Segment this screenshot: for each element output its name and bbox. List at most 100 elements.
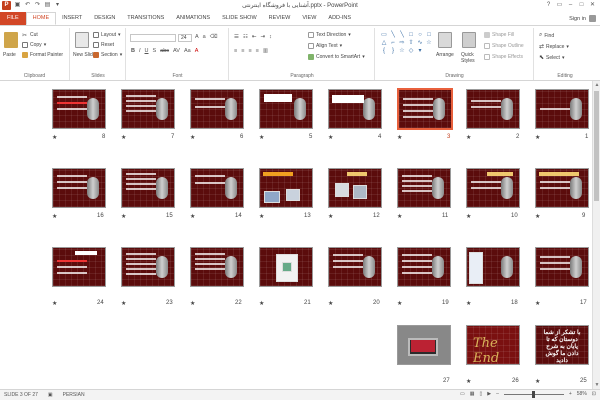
slide-thumbnail-21[interactable] [259,247,313,287]
font-name-box[interactable] [130,34,176,42]
curve-shape-icon[interactable]: ∿ [416,40,424,47]
zoom-slider[interactable] [503,390,564,398]
zoom-in-icon[interactable]: + [569,391,572,397]
shape-fill-button[interactable]: Shape Fill [484,32,514,38]
fit-to-window-icon[interactable]: ⊡ [592,391,596,397]
slide-thumbnail-26[interactable]: The End [466,325,520,365]
reset-button[interactable]: Reset [93,42,114,48]
select-button[interactable]: ⬉ Select ▾ [539,54,564,62]
strikethrough-icon[interactable]: abc [160,48,169,54]
slide-thumbnail-4[interactable] [328,89,382,129]
zoom-out-icon[interactable]: – [496,391,499,397]
numbering-icon[interactable]: ☷ [243,34,248,40]
character-spacing-icon[interactable]: AV [173,48,180,54]
zoom-level[interactable]: 58% [577,391,587,397]
more-shapes-icon[interactable] [425,48,433,55]
shape-outline-button[interactable]: Shape Outline [484,43,524,49]
slide-thumbnail-3-selected[interactable] [397,88,453,130]
layout-button[interactable]: Layout ▾ [93,32,121,38]
line-shape-icon[interactable]: ╲ [389,32,397,39]
font-size-box[interactable]: 24 [178,34,192,42]
tab-slide-show[interactable]: SLIDE SHOW [216,12,263,25]
slide-thumbnail-14[interactable] [190,168,244,208]
vertical-scrollbar[interactable]: ▲ ▼ [592,81,600,389]
scroll-up-icon[interactable]: ▲ [593,81,600,89]
slide-thumbnail-18[interactable] [466,247,520,287]
paste-icon[interactable] [4,32,18,48]
italic-icon[interactable]: I [139,48,141,54]
slide-thumbnail-8[interactable] [52,89,106,129]
maximize-icon[interactable]: □ [576,0,587,10]
brace-shape-icon[interactable]: { [380,48,388,55]
underline-icon[interactable]: U [145,48,149,54]
tab-view[interactable]: VIEW [296,12,322,25]
slide-thumbnail-20[interactable] [328,247,382,287]
slide-thumbnail-23[interactable] [121,247,175,287]
tab-design[interactable]: DESIGN [88,12,121,25]
align-center-icon[interactable]: ≡ [241,48,244,54]
proofing-icon[interactable]: ▣ [48,392,53,398]
tab-review[interactable]: REVIEW [263,12,297,25]
sign-in-label[interactable]: Sign in [569,16,586,22]
columns-icon[interactable]: ▥ [263,48,268,54]
arrow-shape-icon[interactable]: ⇨ [398,40,406,47]
slide-thumbnail-10[interactable] [466,168,520,208]
callout-shape-icon[interactable]: ◇ [407,48,415,55]
tab-animations[interactable]: ANIMATIONS [170,12,216,25]
replace-button[interactable]: ⇄ Replace ▾ [539,43,569,51]
brace-shape-icon[interactable]: } [389,48,397,55]
scroll-down-icon[interactable]: ▼ [593,381,600,389]
slide-thumbnail-9[interactable] [535,168,589,208]
slide-thumbnail-6[interactable] [190,89,244,129]
section-button[interactable]: Section ▾ [93,52,122,58]
more-shapes-icon[interactable]: ▾ [416,48,424,55]
copy-button[interactable]: Copy ▾ [22,42,46,48]
arrange-button[interactable]: Arrange [436,52,454,58]
rectangle-shape-icon[interactable]: □ [407,32,415,39]
slide-thumbnail-17[interactable] [535,247,589,287]
text-direction-button[interactable]: Text Direction ▾ [308,32,351,38]
slide-thumbnail-11[interactable] [397,168,451,208]
line-shape-icon[interactable]: ⌐ [389,40,397,47]
slide-thumbnail-15[interactable] [121,168,175,208]
slide-thumbnail-2[interactable] [466,89,520,129]
slide-thumbnail-25[interactable]: با تشکر از شما دوستان که تا پایان به شرح… [535,325,589,365]
sign-in[interactable]: Sign in [569,15,596,22]
align-text-button[interactable]: Align Text ▾ [308,43,342,49]
arrange-icon[interactable] [438,32,452,48]
textbox-shape-icon[interactable]: ▭ [380,32,388,39]
language-indicator[interactable]: PERSIAN [63,392,85,398]
slide-thumbnail-7[interactable] [121,89,175,129]
clear-formatting-icon[interactable]: ⌫ [210,34,218,40]
bold-icon[interactable]: B [131,48,135,54]
slideshow-view-icon[interactable]: ▶ [487,391,491,397]
justify-icon[interactable]: ≡ [256,48,259,54]
format-painter-button[interactable]: Format Painter [22,52,63,58]
tab-file[interactable]: FILE [0,12,26,25]
scrollbar-thumb[interactable] [594,91,599,201]
shape-effects-button[interactable]: Shape Effects [484,54,523,60]
star-shape-icon[interactable]: ☆ [425,40,433,47]
new-slide-icon[interactable] [75,32,89,48]
paste-button[interactable]: Paste [3,52,16,58]
ribbon-display-icon[interactable]: ▭ [554,0,565,10]
align-right-icon[interactable]: ≡ [248,48,251,54]
arrow-shape-icon[interactable]: ⇧ [407,40,415,47]
tab-add-ins[interactable]: ADD-INS [322,12,357,25]
slide-thumbnail-16[interactable] [52,168,106,208]
cut-button[interactable]: ✂ Cut [22,32,38,39]
tab-transitions[interactable]: TRANSITIONS [121,12,170,25]
bullets-icon[interactable]: ☰ [234,34,239,40]
slide-thumbnail-12[interactable] [328,168,382,208]
shapes-gallery[interactable]: ▭ ╲ ╲ □ ○ □ △ ⌐ ⇨ ⇧ ∿ ☆ {} ☆ ◇ ▾ [380,32,433,55]
slide-thumbnail-27[interactable] [397,325,451,365]
shrink-font-icon[interactable]: a [203,34,206,40]
slide-thumbnail-19[interactable] [397,247,451,287]
tab-home[interactable]: HOME [25,12,57,25]
quick-styles-icon[interactable] [462,32,476,48]
grow-font-icon[interactable]: A [195,34,199,40]
change-case-icon[interactable]: Aa [184,48,191,54]
star-shape-icon[interactable]: ☆ [398,48,406,55]
quick-styles-button[interactable]: Quick Styles [461,52,481,64]
slide-thumbnail-22[interactable] [190,247,244,287]
